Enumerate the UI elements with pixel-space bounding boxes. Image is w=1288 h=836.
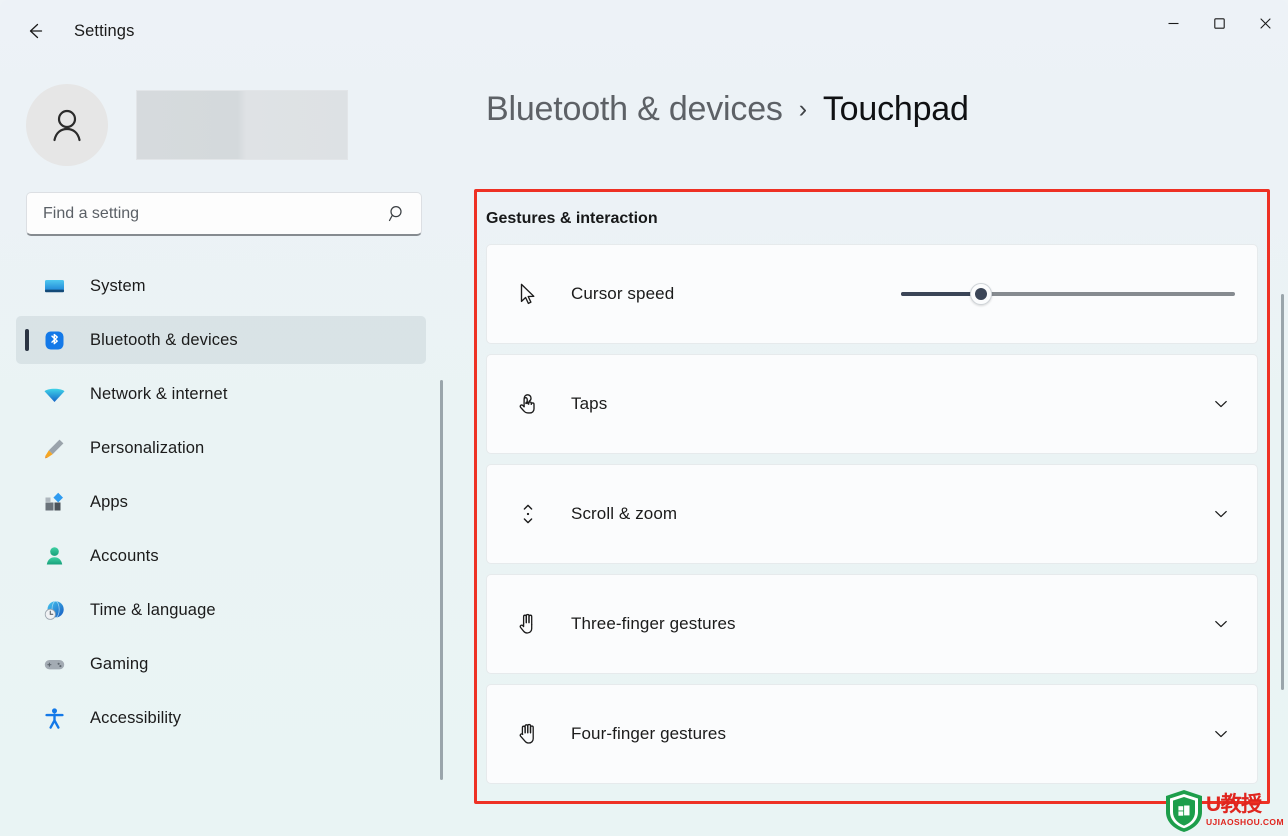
chevron-down-icon[interactable] xyxy=(1207,720,1235,748)
sidebar-item-label: Accounts xyxy=(90,546,159,565)
three-finger-hand-icon xyxy=(511,607,545,641)
watermark: U教授 UJIAOSHOU.COM xyxy=(1160,785,1288,836)
paintbrush-icon xyxy=(42,436,66,460)
close-icon xyxy=(1259,17,1271,29)
chevron-down-icon[interactable] xyxy=(1207,610,1235,638)
sidebar-item-label: Gaming xyxy=(90,654,149,673)
clock-globe-icon xyxy=(42,598,66,622)
shield-windows-logo-icon xyxy=(1166,789,1202,832)
four-finger-hand-icon xyxy=(511,717,545,751)
sidebar-item-label: Personalization xyxy=(90,438,205,457)
sidebar-item-label: Time & language xyxy=(90,600,216,619)
breadcrumb-separator: › xyxy=(798,95,807,123)
setting-row-scroll-zoom[interactable]: Scroll & zoom xyxy=(486,464,1258,564)
minimize-icon xyxy=(1168,22,1178,24)
setting-row-four-finger-gestures[interactable]: Four-finger gestures xyxy=(486,684,1258,784)
app-title: Settings xyxy=(74,21,135,40)
mouse-cursor-icon xyxy=(511,277,545,311)
sidebar-item-accessibility[interactable]: Accessibility xyxy=(16,694,426,742)
search-input[interactable] xyxy=(43,204,388,223)
breadcrumb: Bluetooth & devices › Touchpad xyxy=(486,90,1288,129)
maximize-button[interactable] xyxy=(1196,0,1242,46)
breadcrumb-parent-link[interactable]: Bluetooth & devices xyxy=(486,90,783,129)
settings-window: Settings Find a setting System Bluetooth… xyxy=(0,0,1288,836)
sidebar-item-label: Network & internet xyxy=(90,384,228,403)
sidebar-item-personalization[interactable]: Personalization xyxy=(16,424,426,472)
title-bar: Settings xyxy=(0,0,1288,62)
bluetooth-icon xyxy=(42,328,66,352)
arrow-left-icon xyxy=(29,23,43,39)
close-button[interactable] xyxy=(1242,0,1288,46)
system-monitor-icon xyxy=(42,274,66,298)
sidebar-item-system[interactable]: System xyxy=(16,262,426,310)
sidebar-item-label: System xyxy=(90,276,146,295)
search-icon[interactable] xyxy=(388,204,407,223)
sidebar-item-label: Apps xyxy=(90,492,129,511)
setting-label: Scroll & zoom xyxy=(571,504,678,523)
setting-label: Taps xyxy=(571,394,608,413)
search-box[interactable] xyxy=(26,192,422,236)
setting-label: Four-finger gestures xyxy=(571,724,727,743)
tap-finger-icon xyxy=(511,387,545,421)
window-controls xyxy=(1150,0,1288,46)
page-title: Touchpad xyxy=(822,90,969,128)
sidebar-item-network-internet[interactable]: Network & internet xyxy=(16,370,426,418)
cursor-speed-slider[interactable] xyxy=(901,278,1235,310)
account-person-icon xyxy=(42,544,66,568)
setting-row-three-finger-gestures[interactable]: Three-finger gestures xyxy=(486,574,1258,674)
content-scrollbar[interactable] xyxy=(1281,294,1284,690)
watermark-title: U教授 xyxy=(1206,793,1262,817)
back-button[interactable] xyxy=(18,14,52,48)
sidebar-item-time-language[interactable]: Time & language xyxy=(16,586,426,634)
settings-card-list: Cursor speed Taps Scroll & zoom Three-fi… xyxy=(486,244,1258,794)
sidebar-item-accounts[interactable]: Accounts xyxy=(16,532,426,580)
chevron-down-icon[interactable] xyxy=(1207,500,1235,528)
wifi-icon xyxy=(42,382,66,406)
slider-fill xyxy=(901,292,982,296)
account-summary[interactable] xyxy=(26,84,452,166)
setting-label: Three-finger gestures xyxy=(571,614,736,633)
sidebar-scrollbar[interactable] xyxy=(440,380,443,780)
sidebar-item-label: Accessibility xyxy=(90,708,182,727)
gamepad-icon xyxy=(42,652,66,676)
scroll-vertical-icon xyxy=(511,497,545,531)
sidebar-item-apps[interactable]: Apps xyxy=(16,478,426,526)
sidebar-nav: System Bluetooth & devices Network & int… xyxy=(0,262,452,806)
minimize-button[interactable] xyxy=(1150,0,1196,46)
maximize-icon xyxy=(1213,17,1225,29)
apps-grid-icon xyxy=(42,490,66,514)
person-avatar-icon xyxy=(53,109,81,142)
watermark-url: UJIAOSHOU.COM xyxy=(1206,817,1284,828)
sidebar-item-gaming[interactable]: Gaming xyxy=(16,640,426,688)
sidebar: System Bluetooth & devices xyxy=(0,62,452,836)
watermark-text: U教授 UJIAOSHOU.COM xyxy=(1206,794,1284,827)
setting-row-cursor-speed: Cursor speed xyxy=(486,244,1258,344)
slider-thumb[interactable] xyxy=(970,283,993,305)
main-content: Bluetooth & devices › Touchpad Gestures … xyxy=(452,62,1288,836)
sidebar-item-bluetooth-devices[interactable]: Bluetooth & devices xyxy=(16,316,426,364)
section-title: Gestures & interaction xyxy=(486,210,658,227)
sidebar-item-label: Bluetooth & devices xyxy=(90,330,238,349)
account-name-redacted xyxy=(136,90,348,160)
accessibility-person-icon xyxy=(42,706,66,730)
setting-row-taps[interactable]: Taps xyxy=(486,354,1258,454)
avatar xyxy=(26,84,108,166)
chevron-down-icon[interactable] xyxy=(1207,390,1235,418)
setting-label: Cursor speed xyxy=(571,284,675,303)
